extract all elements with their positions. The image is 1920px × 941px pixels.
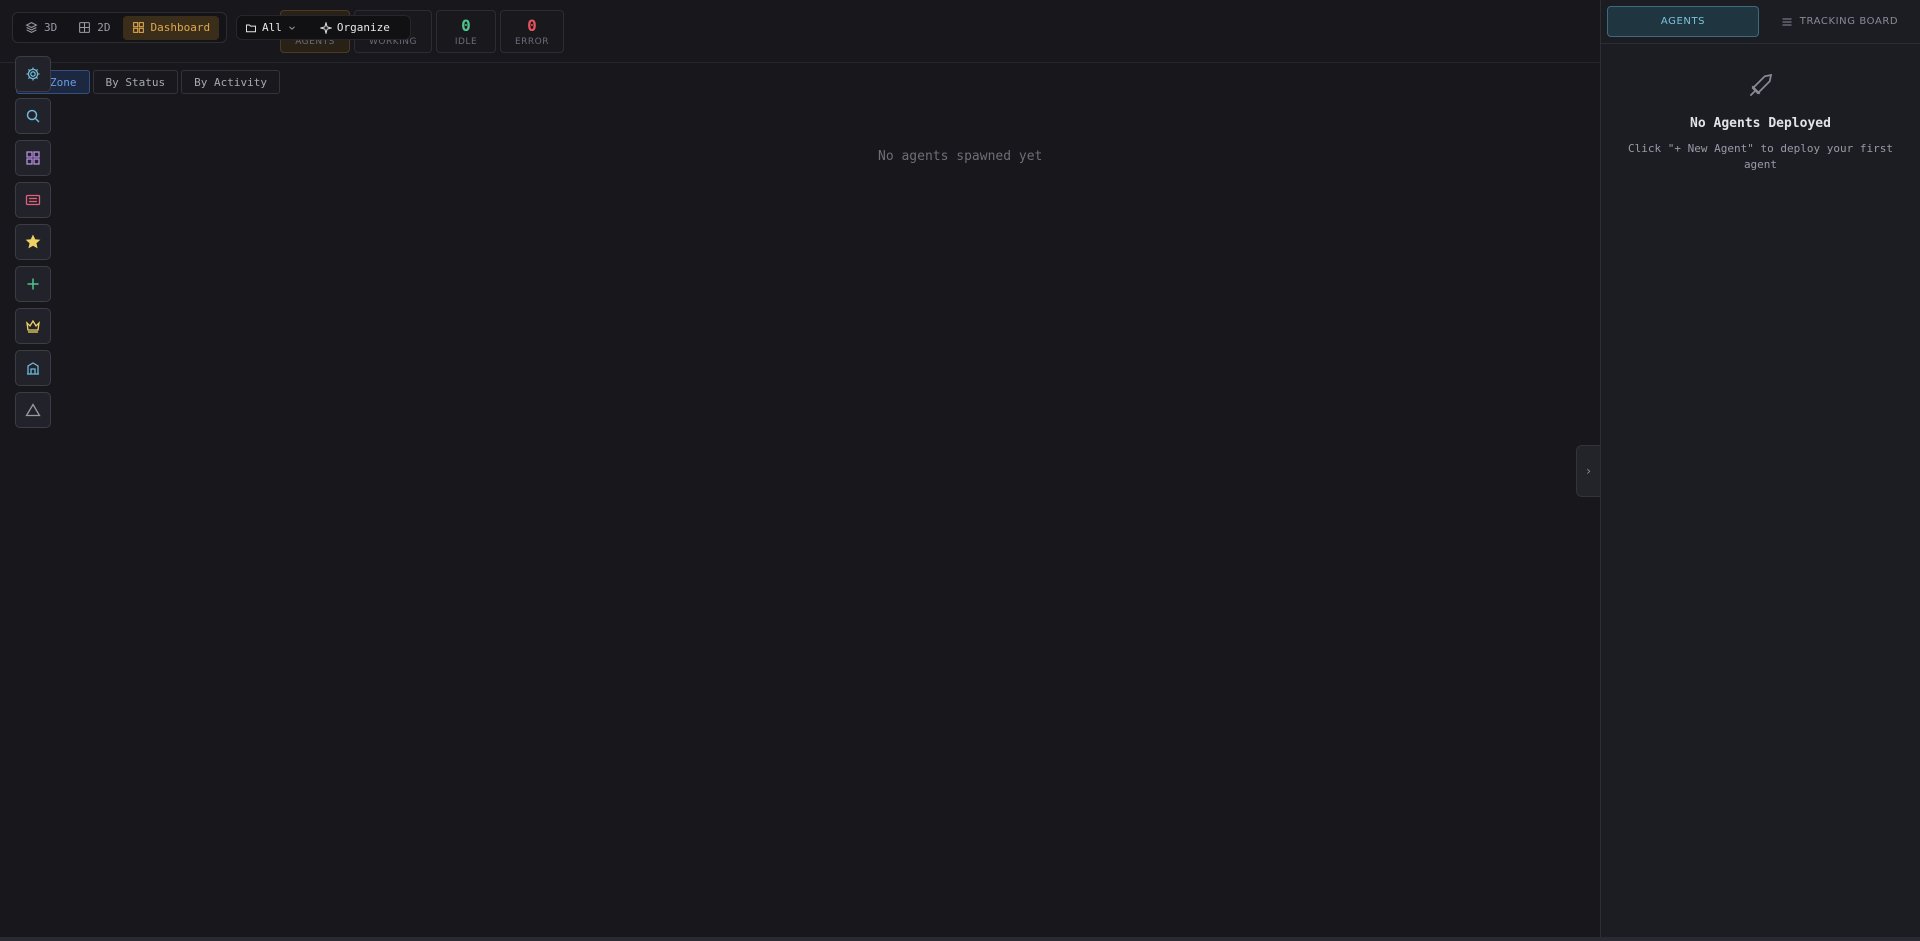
search-button[interactable] — [15, 98, 51, 134]
building-button[interactable] — [15, 350, 51, 386]
view-dashboard-label: Dashboard — [150, 21, 211, 34]
header-divider — [0, 62, 1600, 63]
stat-idle-value: 0 — [461, 15, 471, 35]
keyboard-icon — [25, 194, 41, 206]
folder-filter[interactable]: All Organize — [236, 15, 411, 40]
chevron-down-icon — [289, 25, 295, 30]
sword-icon — [1749, 73, 1772, 97]
layout-button[interactable] — [15, 140, 51, 176]
tab-by-status[interactable]: By Status — [92, 70, 179, 94]
panel-empty-description: Click "+ New Agent" to deploy your first… — [1628, 142, 1893, 171]
triangle-icon — [25, 403, 41, 417]
stat-idle: 0 IDLE — [436, 10, 496, 53]
stat-idle-label: IDLE — [454, 36, 478, 47]
gear-icon — [26, 67, 40, 81]
layers-icon — [25, 22, 38, 33]
panel-empty-state: No Agents Deployed Click "+ New Agent" t… — [1601, 44, 1920, 173]
organize-label: Organize — [336, 21, 390, 34]
building-icon — [27, 362, 39, 375]
dashboard-icon — [132, 22, 144, 33]
sparkle-icon — [319, 21, 332, 34]
panel-collapse-toggle[interactable]: › — [1576, 445, 1600, 497]
stat-error: 0 ERROR — [500, 10, 564, 53]
folder-filter-value: All — [262, 21, 282, 34]
new-agent-button[interactable] — [15, 266, 51, 302]
settings-button[interactable] — [15, 56, 51, 92]
tab-tracking-board[interactable]: TRACKING BOARD — [1765, 6, 1914, 37]
organize-button[interactable]: Organize — [319, 21, 390, 34]
favorites-button[interactable] — [15, 224, 51, 260]
stat-error-value: 0 — [527, 15, 537, 35]
view-2d-label: 2D — [97, 21, 111, 34]
grouping-tabs: Zone By Status By Activity — [16, 70, 280, 94]
tab-by-activity[interactable]: By Activity — [181, 70, 280, 94]
panel-empty-title: No Agents Deployed — [1690, 116, 1831, 131]
alert-button[interactable] — [15, 392, 51, 428]
grid-icon — [26, 151, 40, 165]
view-switcher: 3D 2D Dashboard — [12, 12, 227, 43]
left-toolbar — [15, 56, 53, 428]
view-2d-button[interactable]: 2D — [69, 16, 119, 40]
view-dashboard-button[interactable]: Dashboard — [122, 15, 220, 40]
search-icon — [26, 109, 40, 123]
empty-state-message: No agents spawned yet — [878, 149, 1043, 164]
keyboard-button[interactable] — [15, 182, 51, 218]
crown-icon — [26, 319, 40, 333]
bottom-scrollbar[interactable] — [0, 937, 1920, 941]
plus-icon — [27, 278, 39, 290]
tab-agents-label: AGENTS — [1660, 16, 1706, 27]
crown-button[interactable] — [15, 308, 51, 344]
tab-agents[interactable]: AGENTS — [1607, 6, 1759, 37]
view-3d-button[interactable]: 3D — [16, 16, 66, 40]
star-icon — [25, 234, 41, 249]
list-icon — [1782, 18, 1792, 25]
chevron-right-icon: › — [1584, 464, 1593, 478]
panel-tabs: AGENTS TRACKING BOARD — [1601, 0, 1920, 44]
view-3d-label: 3D — [44, 21, 58, 34]
grid-2d-icon — [79, 22, 91, 33]
right-panel: AGENTS TRACKING BOARD No Agents Deployed… — [1600, 0, 1920, 937]
tab-tracking-label: TRACKING BOARD — [1799, 16, 1899, 27]
stat-error-label: ERROR — [514, 36, 550, 47]
folder-icon — [246, 24, 256, 32]
main-area: 3D 2D Dashboard 0 AGENTS 0 WORKING 0 IDL… — [0, 0, 1600, 937]
